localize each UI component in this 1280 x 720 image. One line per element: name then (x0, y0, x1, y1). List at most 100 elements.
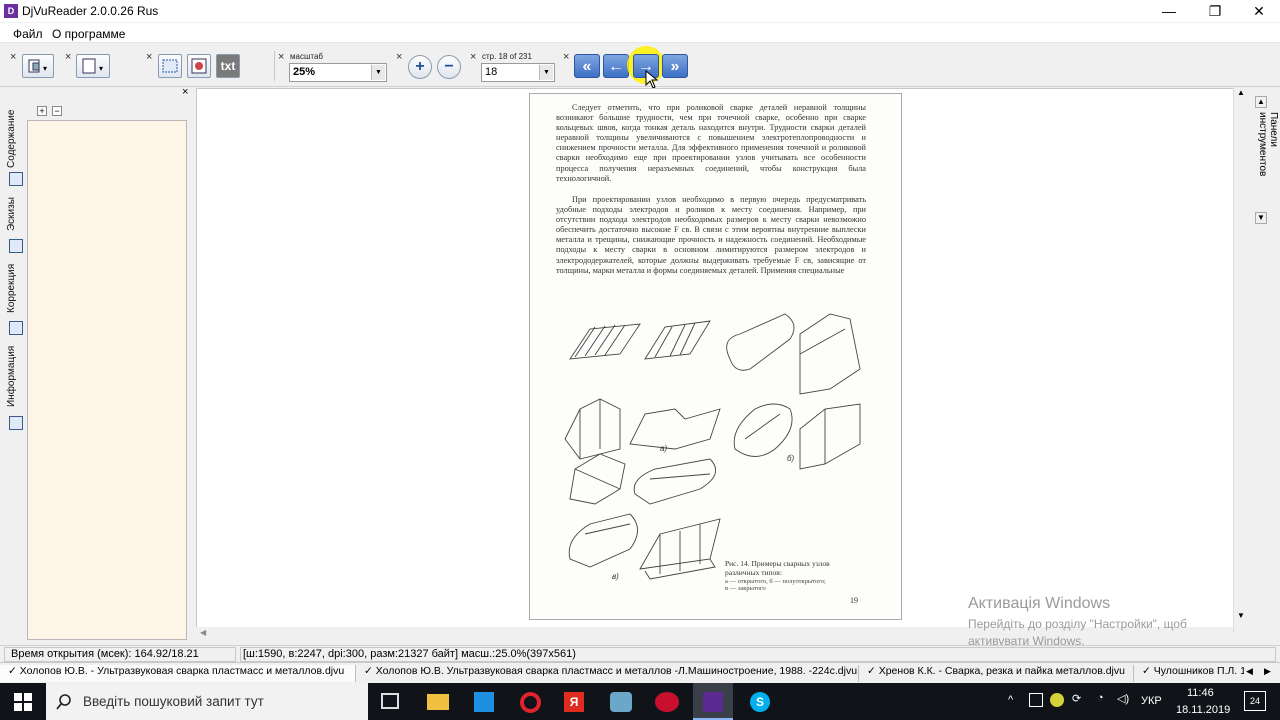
tray-icon-app[interactable] (1050, 693, 1064, 707)
djvu-icon (703, 692, 723, 712)
expand-all-button[interactable]: + (37, 106, 47, 116)
zoom-out-button[interactable]: − (437, 55, 461, 79)
taskbar-search[interactable]: Введіть пошуковий запит тут (46, 683, 368, 720)
tab-scroll-left-icon[interactable]: ◀ (1246, 666, 1253, 677)
page-mode-button[interactable]: ▾ (76, 54, 110, 78)
document-tab[interactable]: ✓ Чулошников П.Л. 1 (1134, 665, 1244, 682)
document-tab-label: Холопов Ю.В. - Ультразвуковая сварка пла… (19, 665, 345, 677)
scroll-up-icon[interactable]: ▲ (1237, 88, 1245, 97)
figure-caption-types-2: в — закрытого (725, 585, 766, 592)
status-open-time: Время открытия (мсек): 164.92/18.21 (4, 647, 236, 662)
contents-panel[interactable] (27, 120, 187, 640)
contents-icon[interactable] (9, 172, 23, 186)
toolbar-close-icon[interactable]: × (396, 52, 402, 63)
menu-about[interactable]: О программе (52, 27, 125, 41)
tab-contents[interactable]: Содержание (6, 105, 26, 173)
toolbar-close-icon[interactable]: × (563, 52, 569, 63)
toolbar-close-icon[interactable]: × (470, 52, 476, 63)
correction-icon[interactable] (9, 321, 23, 335)
last-page-button[interactable]: » (662, 54, 688, 78)
windows-start-icon[interactable] (14, 693, 32, 711)
right-toolbar-panel: ▲ Панели инструментов ▼ (1251, 88, 1280, 641)
activation-title: Активація Windows (968, 595, 1111, 612)
scroll-left-icon[interactable]: ◀ (200, 628, 206, 637)
collapse-all-button[interactable]: − (52, 106, 62, 116)
tray-icon-device[interactable] (1029, 693, 1043, 707)
djvureader-taskbar-icon[interactable] (693, 683, 733, 720)
notification-icon[interactable]: 24 (1244, 691, 1266, 711)
toolbar-close-icon[interactable]: × (146, 52, 152, 63)
language-indicator[interactable]: УКР (1141, 695, 1162, 707)
toolbar-close-icon[interactable]: × (10, 52, 16, 63)
select-button[interactable] (158, 54, 182, 78)
zoom-label: масштаб (290, 52, 323, 61)
tab-scroll-right-icon[interactable]: ▶ (1264, 666, 1271, 677)
toolbar-close-icon[interactable]: × (278, 52, 284, 63)
app-icon: D (4, 4, 18, 18)
sidebar-close-icon[interactable]: × (182, 86, 188, 98)
layout-icon: ▾ (28, 59, 47, 73)
skype-icon[interactable]: S (750, 692, 770, 712)
chevron-down-icon[interactable]: ▼ (539, 65, 553, 80)
vertical-scrollbar[interactable]: ▲ ▼ (1233, 88, 1250, 633)
app-icon-bird[interactable] (610, 692, 632, 712)
page-icon: ▾ (82, 58, 103, 74)
tray-chevron-icon[interactable]: ^ (1008, 694, 1013, 706)
tab-information[interactable]: Информация (6, 340, 26, 412)
window-title: DjVuReader 2.0.0.26 Rus (22, 4, 159, 18)
document-tab-label: Хренов К.К. - Сварка, резка и пайка мета… (878, 665, 1125, 677)
minimize-button[interactable]: — (1146, 0, 1192, 22)
zoom-in-button[interactable]: + (408, 55, 432, 79)
document-tab[interactable]: ✓ Холопов Ю.В. Ультразвуковая сварка пла… (356, 665, 859, 682)
network-icon[interactable]: ◔ (1097, 692, 1104, 704)
maximize-button[interactable]: ❐ (1192, 0, 1238, 22)
search-placeholder: Введіть пошуковий запит тут (83, 694, 264, 709)
figure-label-b: б) (787, 454, 795, 463)
information-icon[interactable] (9, 416, 23, 430)
first-page-button[interactable]: « (574, 54, 600, 78)
toolbar-close-icon[interactable]: × (65, 52, 71, 63)
zoom-select[interactable]: 25% ▼ (289, 63, 387, 82)
clock-time[interactable]: 11:46 (1187, 687, 1214, 699)
text-mode-button[interactable]: txt (216, 54, 240, 78)
image-button[interactable] (187, 54, 211, 78)
clock-date[interactable]: 18.11.2019 (1176, 704, 1230, 716)
page-number: 19 (850, 596, 858, 605)
figure-caption: Рис. 14. Примеры сварных узлов различных… (725, 559, 830, 577)
activation-line-1: Перейдіть до розділу "Настройки", щоб (968, 617, 1187, 631)
opera-icon[interactable] (520, 692, 541, 713)
taskbar: Введіть пошуковий запит тут Я S ^ ⟳ ◔ ◁)… (0, 683, 1280, 720)
layout-button[interactable]: ▾ (22, 54, 54, 78)
tab-correction[interactable]: Коррекция (6, 258, 26, 318)
menu-bar: Файл О программе (0, 23, 1280, 43)
volume-icon[interactable]: ◁) (1117, 692, 1129, 705)
panel-toggle-icon[interactable]: ▼ (1255, 212, 1267, 224)
svg-text:▾: ▾ (99, 64, 103, 73)
thumbnails-icon[interactable] (9, 239, 23, 253)
tray-icon-sync[interactable]: ⟳ (1072, 692, 1081, 705)
toolbars-panel-tab[interactable]: Панели инструментов (1257, 112, 1279, 212)
file-explorer-icon[interactable] (427, 694, 449, 710)
document-tab[interactable]: ✓ Хренов К.К. - Сварка, резка и пайка ме… (859, 665, 1134, 682)
store-icon[interactable] (474, 692, 494, 712)
svg-text:▾: ▾ (43, 64, 47, 73)
menu-file[interactable]: Файл (13, 27, 43, 41)
windows-activation-watermark: Активація Windows Перейдіть до розділу "… (968, 595, 1187, 648)
panel-toggle-icon[interactable]: ▲ (1255, 96, 1267, 108)
document-tab-label: Чулошников П.Л. 1 (1153, 665, 1244, 677)
app-icon-c[interactable] (655, 692, 679, 712)
status-bar: Время открытия (мсек): 164.92/18.21 [ш:1… (0, 645, 1280, 663)
tab-thumbnails[interactable]: Эскизы (6, 192, 26, 237)
close-button[interactable]: ✕ (1236, 0, 1280, 22)
yandex-icon[interactable]: Я (564, 692, 584, 712)
figure-label-a: а) (660, 444, 667, 453)
scroll-down-icon[interactable]: ▼ (1237, 611, 1245, 620)
document-tab[interactable]: ✓ Холопов Ю.В. - Ультразвуковая сварка п… (0, 665, 356, 682)
prev-page-button[interactable]: ← (603, 54, 629, 78)
chevron-down-icon[interactable]: ▼ (371, 65, 385, 80)
page-select[interactable]: 18 ▼ (481, 63, 555, 82)
task-view-icon[interactable] (381, 693, 399, 709)
page-paragraph-1: Следует отметить, что при роликовой свар… (556, 103, 866, 183)
title-bar: D DjVuReader 2.0.0.26 Rus — ❐ ✕ (0, 0, 1280, 22)
zoom-value: 25% (293, 66, 316, 78)
